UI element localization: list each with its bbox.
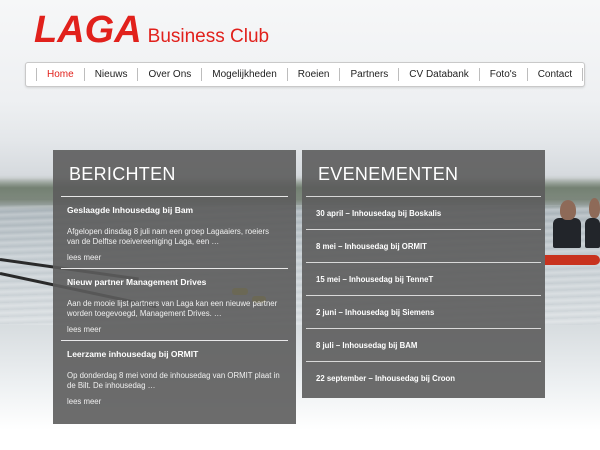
nav-item-cv-databank[interactable]: CV Databank xyxy=(398,68,478,81)
post-title[interactable]: Geslaagde Inhousedag bij Bam xyxy=(67,205,282,215)
rower-2-shirt xyxy=(585,218,600,248)
nav-item-partners[interactable]: Partners xyxy=(339,68,398,81)
event-item[interactable]: 22 september – Inhousedag bij Croon xyxy=(302,362,545,394)
nav-item-home[interactable]: Home xyxy=(36,68,84,81)
boat-hull xyxy=(545,255,600,265)
event-item[interactable]: 8 juli – Inhousedag bij BAM xyxy=(302,329,545,361)
post-excerpt: Afgelopen dinsdag 8 juli nam een groep L… xyxy=(67,227,269,246)
read-more-link[interactable]: lees meer xyxy=(67,397,282,406)
rower-1-shirt xyxy=(553,218,581,248)
site-logo[interactable]: LAGA Business Club xyxy=(34,9,269,51)
post-excerpt: Op donderdag 8 mei vond de inhousedag va… xyxy=(67,371,280,390)
rower-2-head xyxy=(589,198,600,218)
read-more-link[interactable]: lees meer xyxy=(67,253,282,262)
main-navigation: Home Nieuws Over Ons Mogelijkheden Roeie… xyxy=(25,62,585,87)
nav-item-nieuws[interactable]: Nieuws xyxy=(83,68,138,81)
nav-item-fotos[interactable]: Foto's xyxy=(478,68,527,81)
post-item: Leerzame inhousedag bij ORMIT Op donderd… xyxy=(53,341,296,412)
nav-item-over-ons[interactable]: Over Ons xyxy=(137,68,201,81)
post-excerpt: Aan de mooie lijst partners van Laga kan… xyxy=(67,299,278,318)
evenementen-title: EVENEMENTEN xyxy=(318,164,459,184)
post-item: Geslaagde Inhousedag bij Bam Afgelopen d… xyxy=(53,197,296,268)
event-item[interactable]: 15 mei – Inhousedag bij TenneT xyxy=(302,263,545,295)
nav-item-roeien[interactable]: Roeien xyxy=(286,68,340,81)
logo-laga-text: LAGA xyxy=(34,9,142,51)
post-title[interactable]: Nieuw partner Management Drives xyxy=(67,277,282,287)
logo-tagline: Business Club xyxy=(147,26,270,47)
event-item[interactable]: 2 juni – Inhousedag bij Siemens xyxy=(302,296,545,328)
berichten-title: BERICHTEN xyxy=(69,164,176,184)
rower-1-head xyxy=(560,200,576,220)
post-title[interactable]: Leerzame inhousedag bij ORMIT xyxy=(67,349,282,359)
post-item: Nieuw partner Management Drives Aan de m… xyxy=(53,269,296,340)
evenementen-panel: EVENEMENTEN 30 april – Inhousedag bij Bo… xyxy=(302,150,545,398)
nav-item-mogelijkheden[interactable]: Mogelijkheden xyxy=(201,68,287,81)
read-more-link[interactable]: lees meer xyxy=(67,325,282,334)
berichten-panel: BERICHTEN Geslaagde Inhousedag bij Bam A… xyxy=(53,150,296,424)
event-item[interactable]: 30 april – Inhousedag bij Boskalis xyxy=(302,197,545,229)
event-item[interactable]: 8 mei – Inhousedag bij ORMIT xyxy=(302,230,545,262)
nav-item-contact[interactable]: Contact xyxy=(526,68,582,81)
nav-end-divider xyxy=(582,68,584,81)
